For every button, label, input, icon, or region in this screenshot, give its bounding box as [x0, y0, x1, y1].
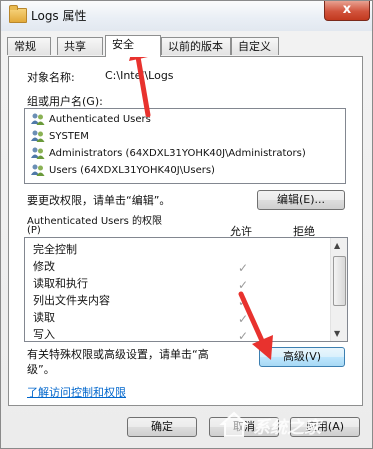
allow-check-icon: ✓	[238, 261, 249, 275]
watermark-logo: 系统之家	[219, 405, 369, 443]
permission-row: 写入	[33, 328, 55, 341]
users-group-icon	[31, 113, 45, 125]
scroll-up-icon[interactable]: ▲	[334, 241, 340, 250]
properties-window: Logs 属性 x 常规 共享 安全 以前的版本 自定义 对象名称: C:\In…	[0, 0, 373, 449]
annotation-arrow-icon	[238, 291, 273, 360]
tab-previous-versions[interactable]: 以前的版本	[161, 37, 231, 55]
advanced-hint-line1: 有关特殊权限或高级设置，请单击“高	[27, 348, 209, 361]
permissions-p-label: (P)	[27, 225, 41, 236]
scroll-down-icon[interactable]: ▼	[334, 329, 340, 338]
users-group-icon	[31, 130, 45, 142]
tab-sharing[interactable]: 共享	[57, 37, 103, 55]
close-button[interactable]: x	[324, 1, 370, 21]
title-bar[interactable]: Logs 属性 x	[1, 1, 372, 31]
tab-general[interactable]: 常规	[7, 37, 51, 55]
tab-security[interactable]: 安全	[105, 35, 161, 57]
advanced-hint-line2: 级”。	[27, 363, 55, 376]
ok-button[interactable]: 确定	[127, 417, 197, 437]
permission-row: 读取	[33, 311, 55, 324]
permission-row: 完全控制	[33, 243, 77, 256]
permission-row: 读取和执行	[33, 277, 88, 290]
close-icon: x	[342, 2, 352, 17]
tab-strip: 常规 共享 安全 以前的版本 自定义	[1, 35, 373, 57]
folder-icon	[9, 5, 27, 23]
edit-button[interactable]: 编辑(E)...	[257, 190, 345, 210]
tab-customize[interactable]: 自定义	[231, 37, 279, 55]
permissions-title: Authenticated Users 的权限	[27, 216, 163, 227]
users-group-icon	[31, 147, 45, 159]
access-control-help-link[interactable]: 了解访问控制和权限	[27, 384, 126, 400]
permission-row: 列出文件夹内容	[33, 294, 110, 307]
window-title: Logs 属性	[31, 9, 87, 23]
scroll-thumb[interactable]	[333, 256, 346, 306]
list-item[interactable]: Administrators (64XDXL31YOHK40J\Administ…	[31, 145, 306, 162]
allow-check-icon: ✓	[238, 278, 249, 292]
permission-row: 修改	[33, 260, 55, 273]
permissions-scrollbar[interactable]: ▲ ▼	[330, 238, 347, 341]
list-item[interactable]: SYSTEM	[31, 128, 89, 145]
object-name-label: 对象名称:	[27, 71, 75, 84]
watermark-house-icon	[219, 411, 249, 437]
users-list[interactable]: Authenticated Users SYSTEM Administrator…	[24, 108, 346, 184]
permissions-list[interactable]: 完全控制 修改 ✓ 读取和执行 ✓ 列出文件夹内容 ✓ 读取 ✓ 写入 ✓ ▲ …	[24, 237, 348, 342]
users-group-icon	[31, 164, 45, 176]
change-permissions-hint: 要更改权限，请单击“编辑”。	[27, 194, 171, 207]
list-item[interactable]: Users (64XDXL31YOHK40J\Users)	[31, 162, 215, 179]
group-user-label: 组或用户名(G):	[27, 95, 103, 108]
